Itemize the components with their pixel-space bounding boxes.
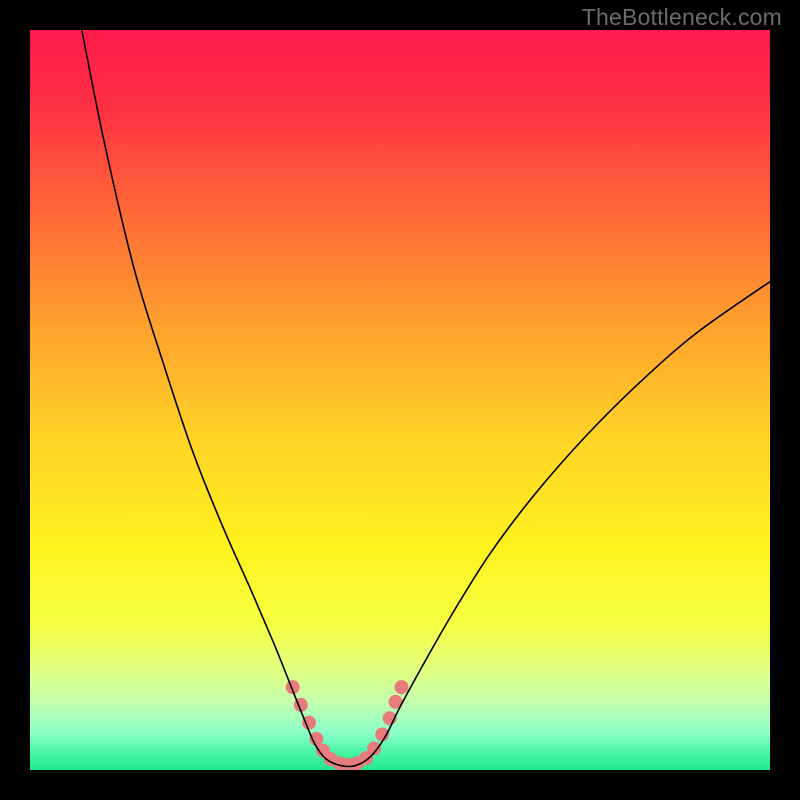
chart-svg: [30, 30, 770, 770]
marker-dot: [309, 732, 323, 746]
marker-dot: [394, 680, 408, 694]
watermark-text: TheBottleneck.com: [582, 4, 782, 31]
chart-frame: TheBottleneck.com: [0, 0, 800, 800]
marker-group: [286, 680, 409, 770]
plot-area: [30, 30, 770, 770]
bottleneck-curve: [82, 30, 770, 767]
